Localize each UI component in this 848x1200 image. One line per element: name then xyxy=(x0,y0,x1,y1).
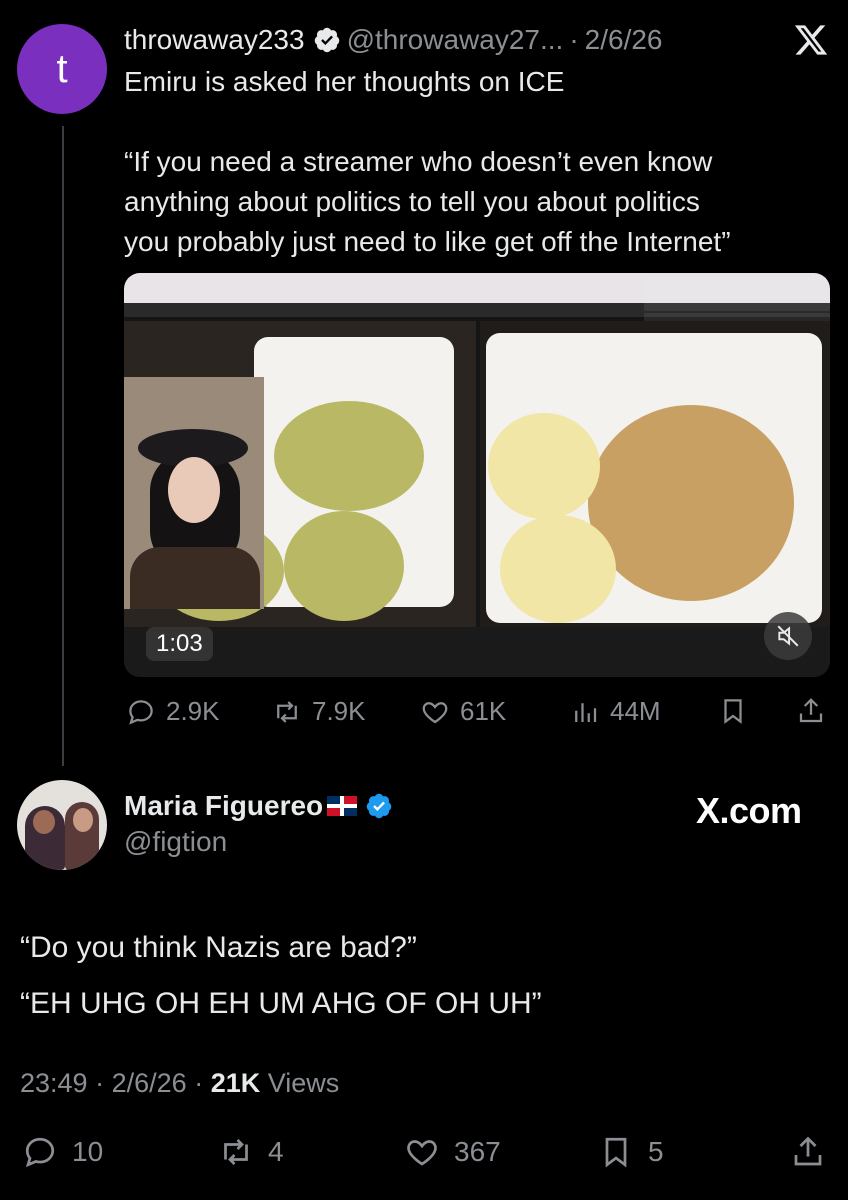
reply-button[interactable]: 2.9K xyxy=(126,696,220,727)
repost-icon xyxy=(277,700,297,723)
like-count: 367 xyxy=(454,1136,501,1167)
repost-count: 7.9K xyxy=(312,696,366,726)
thread-connector-line xyxy=(62,126,64,766)
reply-icon xyxy=(129,699,153,725)
video-left-panel xyxy=(124,321,476,627)
reply-count: 2.9K xyxy=(166,696,220,726)
tweet-text-line: “EH UHG OH EH UM AHG OF OH UH” xyxy=(20,987,542,1020)
bookmark-button[interactable]: 5 xyxy=(598,1134,664,1170)
tweet-header: Maria Figuereo xyxy=(124,786,399,826)
views-bar-chart-icon xyxy=(575,702,597,722)
share-button[interactable] xyxy=(796,696,836,726)
streamer-webcam xyxy=(124,377,264,609)
avatar-letter: t xyxy=(56,46,68,91)
avatar[interactable] xyxy=(17,780,107,870)
share-icon xyxy=(794,1136,822,1166)
handle[interactable]: @throwaway27... xyxy=(347,24,564,56)
tweet-metadata: 23:49 · 2/6/26 · 21K Views xyxy=(20,1068,340,1098)
like-button[interactable]: 367 xyxy=(404,1134,501,1170)
quote-line: “If you need a streamer who doesn’t even… xyxy=(124,146,713,177)
speaker-muted-icon xyxy=(777,625,799,647)
video-timecode: 1:03 xyxy=(146,627,213,661)
repost-button[interactable]: 7.9K xyxy=(272,696,366,727)
like-button[interactable]: 61K xyxy=(420,696,506,727)
share-icon xyxy=(799,698,823,723)
like-count: 61K xyxy=(460,696,507,726)
views-button[interactable]: 44M xyxy=(570,696,661,727)
tweet-text-line: Emiru is asked her thoughts on ICE xyxy=(124,66,565,97)
bookmark-count: 5 xyxy=(648,1136,664,1167)
repost-count: 4 xyxy=(268,1136,284,1167)
repost-button[interactable]: 4 xyxy=(218,1134,284,1170)
tweet-text-line: “Do you think Nazis are bad?” xyxy=(20,931,417,964)
separator-dot: · xyxy=(569,24,579,55)
video-bottom-strip xyxy=(124,627,830,677)
heart-icon xyxy=(422,701,448,723)
heart-icon xyxy=(407,1140,437,1166)
avatar[interactable]: t xyxy=(17,24,107,114)
x-logo-icon xyxy=(794,25,828,55)
verified-badge-icon xyxy=(366,793,392,819)
bookmark-button[interactable] xyxy=(718,696,758,726)
video-player[interactable] xyxy=(124,273,830,677)
tweet-text: “Do you think Nazis are bad?” “EH UHG OH… xyxy=(20,920,820,1032)
views-count: 44M xyxy=(610,696,661,726)
tweet-date[interactable]: 2/6/26 xyxy=(112,1068,187,1098)
reply-button[interactable]: 10 xyxy=(22,1134,103,1170)
tweet-header: throwaway233 @throwaway27... · 2/6/26 xyxy=(124,20,663,60)
display-name[interactable]: throwaway233 xyxy=(124,24,305,56)
dominican-republic-flag-icon xyxy=(327,796,358,816)
mute-button[interactable] xyxy=(764,612,812,660)
handle[interactable]: @figtion xyxy=(124,826,227,858)
quote-line: anything about politics to tell you abou… xyxy=(124,186,700,217)
verified-badge-icon xyxy=(314,27,339,53)
tweet-time[interactable]: 23:49 xyxy=(20,1068,88,1098)
reply-count: 10 xyxy=(72,1136,104,1167)
bookmark-icon xyxy=(605,1137,627,1168)
reply-icon xyxy=(25,1137,55,1168)
tweet-text: Emiru is asked her thoughts on ICE “If y… xyxy=(124,62,824,262)
views-label: Views xyxy=(267,1068,340,1098)
share-button[interactable] xyxy=(790,1134,840,1170)
bookmark-icon xyxy=(724,699,742,724)
tweet-date[interactable]: 2/6/26 xyxy=(585,24,663,56)
video-right-panel xyxy=(480,321,830,627)
repost-icon xyxy=(224,1139,248,1165)
display-name[interactable]: Maria Figuereo xyxy=(124,790,323,822)
views-count: 21K xyxy=(210,1068,261,1098)
xcom-watermark: X.com xyxy=(696,790,802,831)
quote-line: you probably just need to like get off t… xyxy=(124,226,731,257)
